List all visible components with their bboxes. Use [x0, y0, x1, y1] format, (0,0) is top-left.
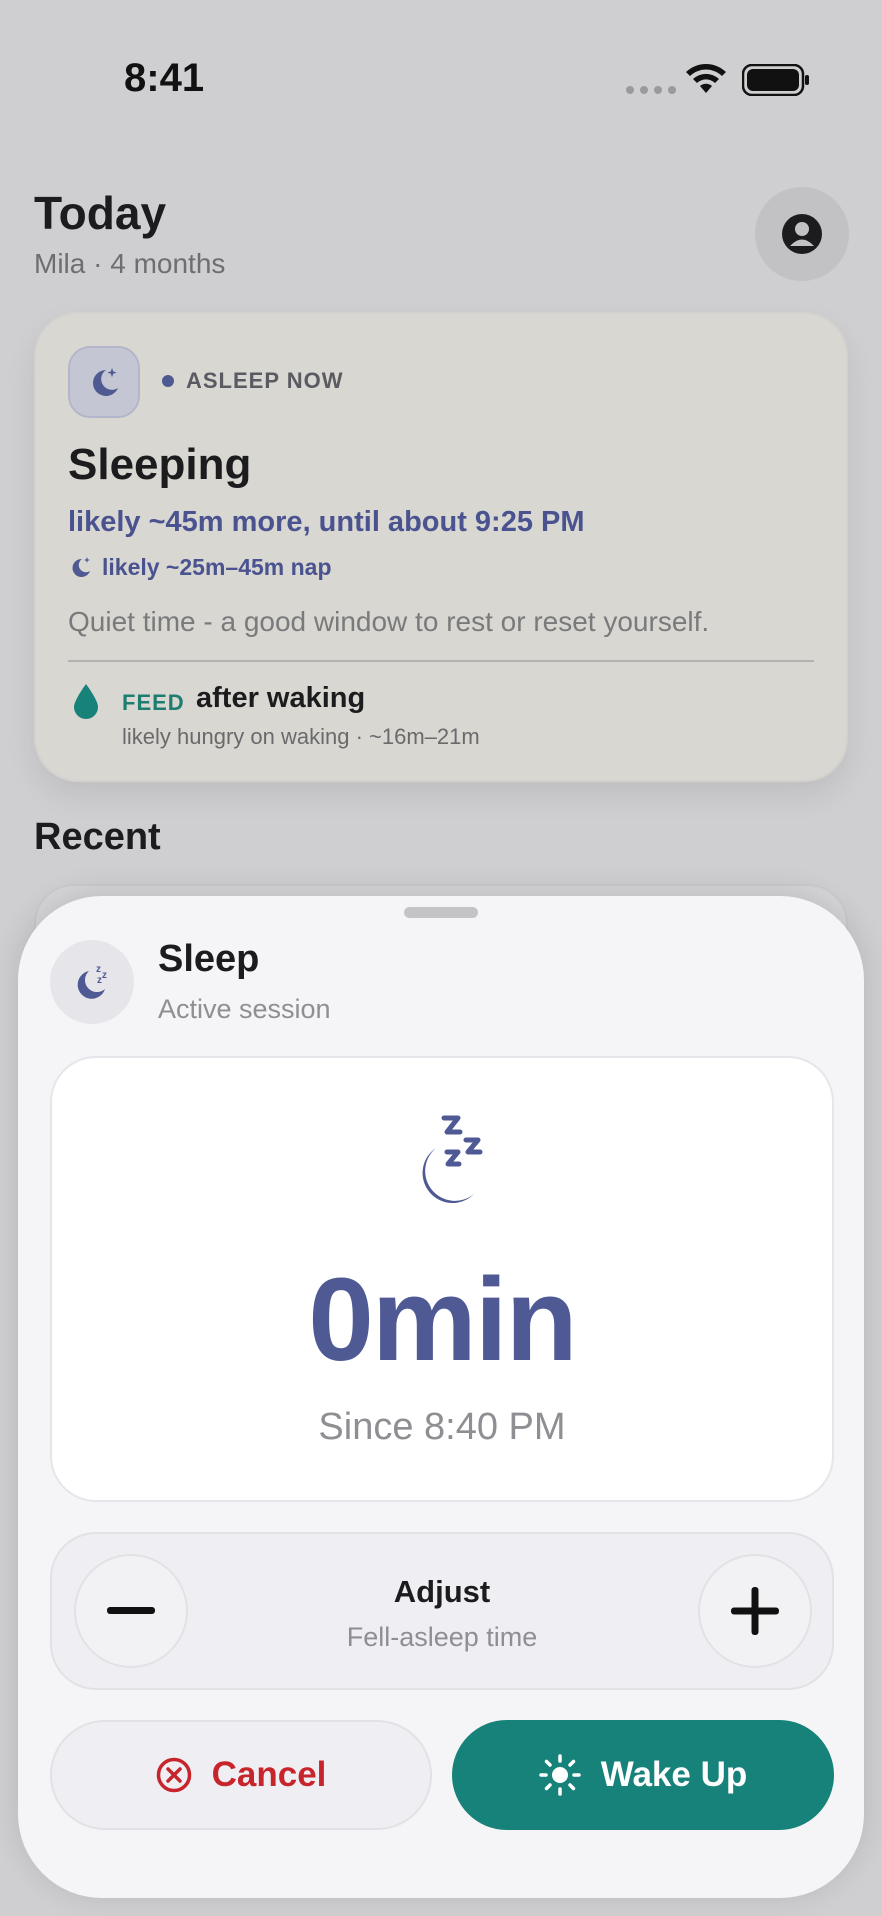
adjust-increase-button[interactable]	[698, 1554, 812, 1668]
page-title: Today	[34, 187, 167, 239]
profile-button[interactable]	[755, 187, 849, 281]
timer-card: 0min Since 8:40 PM	[50, 1056, 834, 1502]
drop-icon	[74, 684, 98, 719]
now-card[interactable]: ASLEEP NOW Sleeping likely ~45m more, un…	[34, 312, 848, 782]
page-subtitle: Mila · 4 months	[34, 248, 226, 279]
status-bar: 8:41	[0, 0, 882, 160]
status-time: 8:41	[124, 56, 205, 100]
nap-estimate: likely ~25m–45m nap	[68, 554, 332, 581]
svg-text:z: z	[102, 970, 107, 981]
wake-up-label: Wake Up	[600, 1755, 748, 1794]
status-label: ASLEEP NOW	[186, 368, 344, 393]
now-title: Sleeping	[68, 440, 252, 489]
elapsed-time: 0min	[308, 1254, 577, 1386]
adjust-control: Adjust Fell-asleep time	[50, 1532, 834, 1690]
cancel-label: Cancel	[211, 1755, 327, 1794]
signal-dots-icon	[626, 86, 676, 94]
recent-heading: Recent	[34, 816, 161, 858]
sheet-grabber[interactable]	[404, 907, 478, 918]
next-detail: likely hungry on waking · ~16m–21m	[122, 724, 480, 749]
wifi-icon	[686, 64, 726, 93]
moon-zzz-large-icon	[422, 1115, 483, 1204]
sheet-title: Sleep	[158, 938, 260, 980]
nap-estimate-text: likely ~25m–45m nap	[102, 554, 332, 580]
sleep-sheet: z z z Sleep Active session 0min Since 8:…	[18, 896, 864, 1898]
person-icon	[782, 214, 822, 254]
plus-icon	[731, 1587, 779, 1635]
svg-text:z: z	[96, 964, 101, 975]
sheet-subtitle: Active session	[158, 994, 331, 1024]
divider	[68, 660, 814, 662]
wake-estimate: likely ~45m more, until about 9:25 PM	[68, 506, 585, 538]
status-dot	[162, 375, 174, 387]
moon-zzz-icon: z z z	[50, 940, 134, 1024]
sun-icon	[538, 1754, 581, 1796]
moon-stars-small-icon	[72, 556, 90, 577]
moon-stars-icon	[68, 346, 140, 418]
cancel-button[interactable]: Cancel	[50, 1720, 432, 1830]
wake-up-button[interactable]: Wake Up	[452, 1720, 834, 1830]
battery-icon	[742, 64, 809, 96]
svg-text:z: z	[97, 975, 102, 986]
sleep-status: ASLEEP NOW	[162, 368, 344, 394]
parent-tip: Quiet time - a good window to rest or re…	[68, 606, 710, 637]
cancel-circle-icon	[156, 1757, 191, 1793]
start-time: Since 8:40 PM	[318, 1406, 566, 1448]
next-title: after waking	[196, 682, 366, 714]
next-tag: FEED	[122, 690, 185, 715]
